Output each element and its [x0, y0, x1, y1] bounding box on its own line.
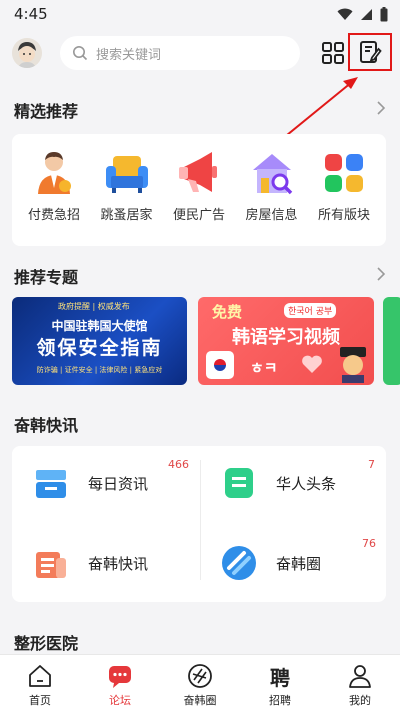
category-label: 便民广告 [172, 208, 225, 223]
banner-next-peek[interactable] [383, 297, 400, 385]
news-count-circle: 76 [362, 537, 376, 550]
news-item-circle[interactable]: 奋韩圈 [220, 544, 321, 582]
topics-more-chevron-icon[interactable] [376, 267, 386, 281]
banner2-hangul: ㅎㅋ [250, 359, 278, 377]
inbox-tray-icon [36, 470, 66, 498]
home-icon [29, 665, 51, 687]
tab-jobs[interactable]: 聘 招聘 [240, 655, 320, 710]
tab-label: 我的 [349, 694, 371, 707]
news-label: 奋韩快讯 [88, 554, 149, 573]
jobs-glyph-icon: 聘 [270, 665, 290, 690]
news-item-headlines[interactable]: 华人头条 [220, 464, 336, 502]
banner2-tag: 한국어 공부 [284, 303, 337, 318]
wifi-icon [337, 8, 353, 20]
tab-label: 首页 [29, 694, 51, 707]
tab-label: 论坛 [109, 694, 131, 707]
topics-title: 推荐专题 [14, 268, 79, 287]
featured-card: 付费急招 跳蚤居家 便民广告 房屋信息 所有版块 [12, 134, 386, 246]
signal-icon [361, 8, 372, 20]
banner-embassy-safety[interactable]: 政府提醒 | 权威发布 中国驻韩国大使馆 领保安全指南 防诈骗 | 证件安全 |… [12, 297, 187, 385]
news-label: 奋韩圈 [276, 554, 322, 573]
banner-korean-videos[interactable]: 免费 한국어 공부 韩语学习视频 ㅎㅋ [198, 297, 374, 385]
status-icons [337, 6, 388, 22]
news-item-daily[interactable]: 每日资讯 [32, 464, 148, 502]
news-title: 奋韩快讯 [14, 416, 79, 435]
news-label: 华人头条 [276, 474, 337, 493]
featured-title: 精选推荐 [14, 102, 79, 121]
tab-label: 奋韩圈 [183, 694, 217, 707]
category-label: 所有版块 [317, 208, 370, 223]
avatar-face-icon [12, 38, 42, 68]
tab-label: 招聘 [269, 694, 291, 707]
avatar[interactable] [12, 38, 42, 68]
category-paid-jobs[interactable]: 付费急招 [18, 148, 90, 223]
tab-circle[interactable]: 奋韩圈 [160, 655, 240, 710]
tab-forum[interactable]: 论坛 [80, 655, 160, 710]
heart-hands-icon [302, 355, 322, 373]
compose-post-button[interactable] [348, 33, 392, 71]
edit-icon [360, 41, 382, 63]
status-time: 4:45 [14, 5, 48, 23]
search-bar[interactable]: 搜索关键词 [60, 36, 300, 70]
aperture-outline-icon [188, 664, 212, 688]
house-search-icon [252, 154, 292, 195]
category-all-sections[interactable]: 所有版块 [308, 148, 380, 223]
chat-bubble-icon [109, 666, 131, 688]
news-label: 每日资讯 [88, 474, 149, 493]
featured-more-chevron-icon[interactable] [376, 101, 386, 115]
bottom-tab-bar: 首页 论坛 奋韩圈 聘 招聘 我的 [0, 654, 400, 710]
tab-home[interactable]: 首页 [0, 655, 80, 710]
person-icon [349, 665, 371, 688]
top-bar: 搜索关键词 [0, 30, 400, 78]
category-ads[interactable]: 便民广告 [163, 148, 235, 223]
megaphone-icon [179, 152, 217, 192]
tab-me[interactable]: 我的 [320, 655, 400, 710]
sofa-icon [105, 156, 148, 193]
banner1-line2: 领保安全指南 [36, 337, 163, 359]
banner2-badge: 免费 [212, 303, 243, 321]
search-placeholder: 搜索关键词 [96, 47, 162, 63]
document-lines-icon [225, 468, 253, 498]
category-label: 付费急招 [27, 208, 80, 223]
all-sections-icon [325, 154, 363, 192]
hospital-title: 整形医院 [14, 634, 79, 653]
category-label: 房屋信息 [245, 208, 298, 223]
grid-menu-icon[interactable] [320, 40, 346, 66]
category-flea-home[interactable]: 跳蚤居家 [91, 148, 163, 223]
worker-icon [38, 152, 71, 194]
news-count-daily: 466 [168, 458, 189, 471]
banner1-tags: 防诈骗 | 证件安全 | 法律风险 | 紧急应对 [36, 366, 163, 374]
status-bar: 4:45 [0, 0, 400, 28]
aperture-icon [222, 546, 256, 580]
banner1-line1: 中国驻韩国大使馆 [51, 319, 148, 333]
news-paper-icon [36, 552, 66, 578]
news-divider [200, 460, 201, 580]
category-housing[interactable]: 房屋信息 [236, 148, 308, 223]
category-label: 跳蚤居家 [100, 208, 153, 223]
korea-flag-icon [206, 351, 234, 379]
search-icon [73, 46, 88, 61]
news-item-flash[interactable]: 奋韩快讯 [32, 544, 148, 582]
banner1-top-tag: 政府提醒 | 权威发布 [58, 302, 130, 311]
battery-icon [380, 6, 388, 21]
korean-character-icon [340, 347, 366, 383]
news-count-headlines: 7 [368, 458, 375, 471]
